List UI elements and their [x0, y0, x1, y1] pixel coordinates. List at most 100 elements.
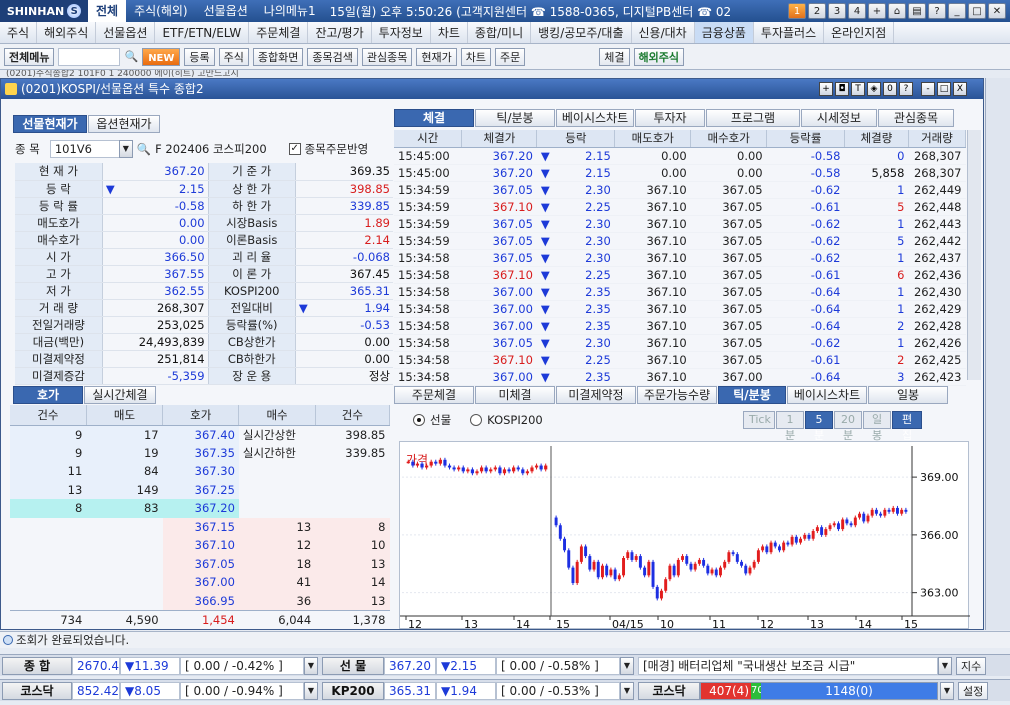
menu-item[interactable]: 투자플러스 — [754, 22, 825, 43]
maximize-icon[interactable]: □ — [968, 3, 986, 19]
chevron-down-icon[interactable]: ▼ — [304, 656, 318, 675]
period-button-1[interactable]: 1분 — [776, 411, 804, 442]
ask-price[interactable]: 367.35 — [162, 443, 239, 462]
trades-row[interactable]: 15:34:58 367.05 ▼ 2.30 367.10 367.05 -0.6… — [394, 249, 966, 267]
trades-row[interactable]: 15:34:58 367.00 ▼ 2.35 367.10 367.00 -0.6… — [394, 368, 966, 386]
menu-item[interactable]: 뱅킹/공모주/대출 — [531, 22, 632, 43]
menu-item[interactable]: 온라인지점 — [824, 22, 895, 43]
home-icon[interactable]: ⌂ — [888, 3, 906, 19]
trades-row[interactable]: 15:34:58 367.05 ▼ 2.30 367.10 367.05 -0.6… — [394, 334, 966, 352]
tab-trades-3[interactable]: 투자자 — [635, 109, 705, 127]
menu-item[interactable]: ETF/ETN/ELW — [155, 22, 250, 43]
menu-item[interactable]: 투자정보 — [372, 22, 431, 43]
ask-price[interactable]: 367.40 — [162, 425, 239, 444]
tab-trades-4[interactable]: 프로그램 — [706, 109, 800, 127]
close-icon[interactable]: ✕ — [988, 3, 1006, 19]
trades-header[interactable]: 매수호가 — [690, 130, 768, 148]
bid-price[interactable]: 367.10 — [162, 536, 239, 555]
ask-price[interactable]: 367.30 — [162, 462, 239, 481]
trades-row[interactable]: 15:34:58 367.00 ▼ 2.35 367.10 367.05 -0.6… — [394, 283, 966, 301]
menu-item[interactable]: 주식 — [0, 22, 38, 43]
period-button-5[interactable]: 편집 — [892, 411, 922, 442]
bid-row[interactable]: 367.15 13 8 — [10, 517, 390, 536]
trades-header[interactable]: 등락 — [536, 130, 616, 148]
order-reflect-checkbox[interactable]: ✓ — [288, 143, 301, 155]
page-button-4[interactable]: 4 — [848, 3, 866, 19]
search-icon[interactable]: 🔍 — [137, 142, 151, 156]
ask-row[interactable]: 8 83 367.20 — [10, 499, 390, 518]
tab-trades-0[interactable]: 체결 — [394, 109, 474, 127]
register-button[interactable]: 등록 — [184, 47, 215, 66]
menu-item[interactable]: 잔고/평가 — [308, 22, 372, 43]
trades-header[interactable]: 등락률 — [766, 130, 845, 148]
close-icon[interactable]: X — [953, 82, 967, 96]
menu-item[interactable]: 종합/미니 — [468, 22, 532, 43]
menu-search-input[interactable] — [58, 47, 121, 66]
trades-row[interactable]: 15:34:58 367.10 ▼ 2.25 367.10 367.05 -0.6… — [394, 266, 966, 284]
trades-header[interactable]: 매도호가 — [614, 130, 692, 148]
tab-chart-6[interactable]: 일봉 — [868, 386, 948, 404]
period-button-4[interactable]: 일봉 — [863, 411, 891, 442]
tab-chart-0[interactable]: 주문체결 — [394, 386, 474, 404]
menu-item[interactable]: 해외주식 — [37, 22, 97, 43]
toolbar-button[interactable]: 현재가 — [416, 47, 457, 66]
ask-row[interactable]: 9 19 367.35 실시간하한 339.85 — [10, 443, 390, 462]
ask-row[interactable]: 9 17 367.40 실시간상한 398.85 — [10, 425, 390, 444]
print-icon[interactable]: ▤ — [908, 3, 926, 19]
help-icon[interactable]: ? — [928, 3, 946, 19]
link-icon[interactable]: ◘ — [835, 82, 849, 96]
bid-row[interactable]: 367.00 41 14 — [10, 573, 390, 592]
text-icon[interactable]: T — [851, 82, 865, 96]
tab-futures-price[interactable]: 선물현재가 — [13, 115, 87, 133]
stock-select[interactable]: 주식 — [218, 47, 249, 66]
period-button-2[interactable]: 5분 — [805, 411, 833, 442]
tab-chart-4[interactable]: 틱/분봉 — [718, 386, 786, 404]
tab-option-price[interactable]: 옵션현재가 — [88, 115, 160, 133]
menu-item[interactable]: 차트 — [431, 22, 468, 43]
kospi200-radio[interactable] — [470, 414, 483, 426]
plus-icon[interactable]: + — [868, 3, 886, 19]
trades-header[interactable]: 시간 — [394, 130, 463, 148]
minimize-icon[interactable]: _ — [948, 3, 966, 19]
period-button-3[interactable]: 20분 — [834, 411, 862, 442]
trades-row[interactable]: 15:45:00 367.20 ▼ 2.15 0.00 0.00 -0.58 0 … — [394, 147, 966, 165]
toolbar-button[interactable]: 종합화면 — [252, 47, 304, 66]
top-menu-mymenu[interactable]: 나의메뉴1 — [256, 0, 324, 22]
trades-row[interactable]: 15:34:59 367.05 ▼ 2.30 367.10 367.05 -0.6… — [394, 215, 966, 233]
chevron-down-icon[interactable]: ▼ — [938, 656, 952, 675]
top-menu-futures[interactable]: 선물옵션 — [196, 0, 256, 22]
chevron-down-icon[interactable]: ▼ — [620, 681, 634, 700]
futures-radio[interactable] — [413, 414, 425, 426]
chevron-down-icon[interactable]: ▼ — [118, 140, 133, 158]
menu-item[interactable]: 신용/대차 — [632, 22, 695, 43]
menu-item[interactable]: 선물옵션 — [96, 22, 156, 43]
tab-chart-2[interactable]: 미결제약정 — [556, 386, 636, 404]
page-button-3[interactable]: 3 — [828, 3, 846, 19]
trades-header[interactable]: 거래량 — [908, 130, 967, 148]
ask-price[interactable]: 367.20 — [162, 499, 239, 518]
zero-icon[interactable]: 0 — [883, 82, 897, 96]
trades-row[interactable]: 15:34:59 367.05 ▼ 2.30 367.10 367.05 -0.6… — [394, 181, 966, 199]
menu-item[interactable]: 금융상품 — [694, 22, 754, 43]
toolbar-button[interactable]: 종목검색 — [307, 47, 358, 66]
maximize-icon[interactable]: □ — [937, 82, 951, 96]
toolbar-button[interactable]: 관심종목 — [361, 47, 413, 66]
bid-row[interactable]: 366.95 36 13 — [10, 591, 390, 610]
overseas-stock-button[interactable]: 해외주식 — [633, 47, 684, 66]
top-menu-stock[interactable]: 주식(해외) — [126, 0, 196, 22]
bid-price[interactable]: 367.05 — [162, 554, 239, 573]
ask-row[interactable]: 11 84 367.30 — [10, 462, 390, 481]
tab-chart-5[interactable]: 베이시스차트 — [787, 386, 867, 404]
bid-row[interactable]: 367.05 18 13 — [10, 554, 390, 573]
trades-header[interactable]: 체결가 — [461, 130, 538, 148]
trades-header[interactable]: 체결량 — [844, 130, 909, 148]
ask-row[interactable]: 13 149 367.25 — [10, 480, 390, 499]
bid-price[interactable]: 367.15 — [162, 517, 239, 536]
trades-row[interactable]: 15:34:59 367.05 ▼ 2.30 367.10 367.05 -0.6… — [394, 232, 966, 250]
toolbar-button[interactable]: 차트 — [460, 47, 491, 66]
tab-trades-5[interactable]: 시세정보 — [801, 109, 877, 127]
help-icon[interactable]: ? — [899, 82, 913, 96]
tab-chart-3[interactable]: 주문가능수량 — [637, 386, 717, 404]
item-code-input[interactable]: 101V6 — [49, 140, 120, 158]
trades-row[interactable]: 15:34:58 367.00 ▼ 2.35 367.10 367.05 -0.6… — [394, 300, 966, 318]
